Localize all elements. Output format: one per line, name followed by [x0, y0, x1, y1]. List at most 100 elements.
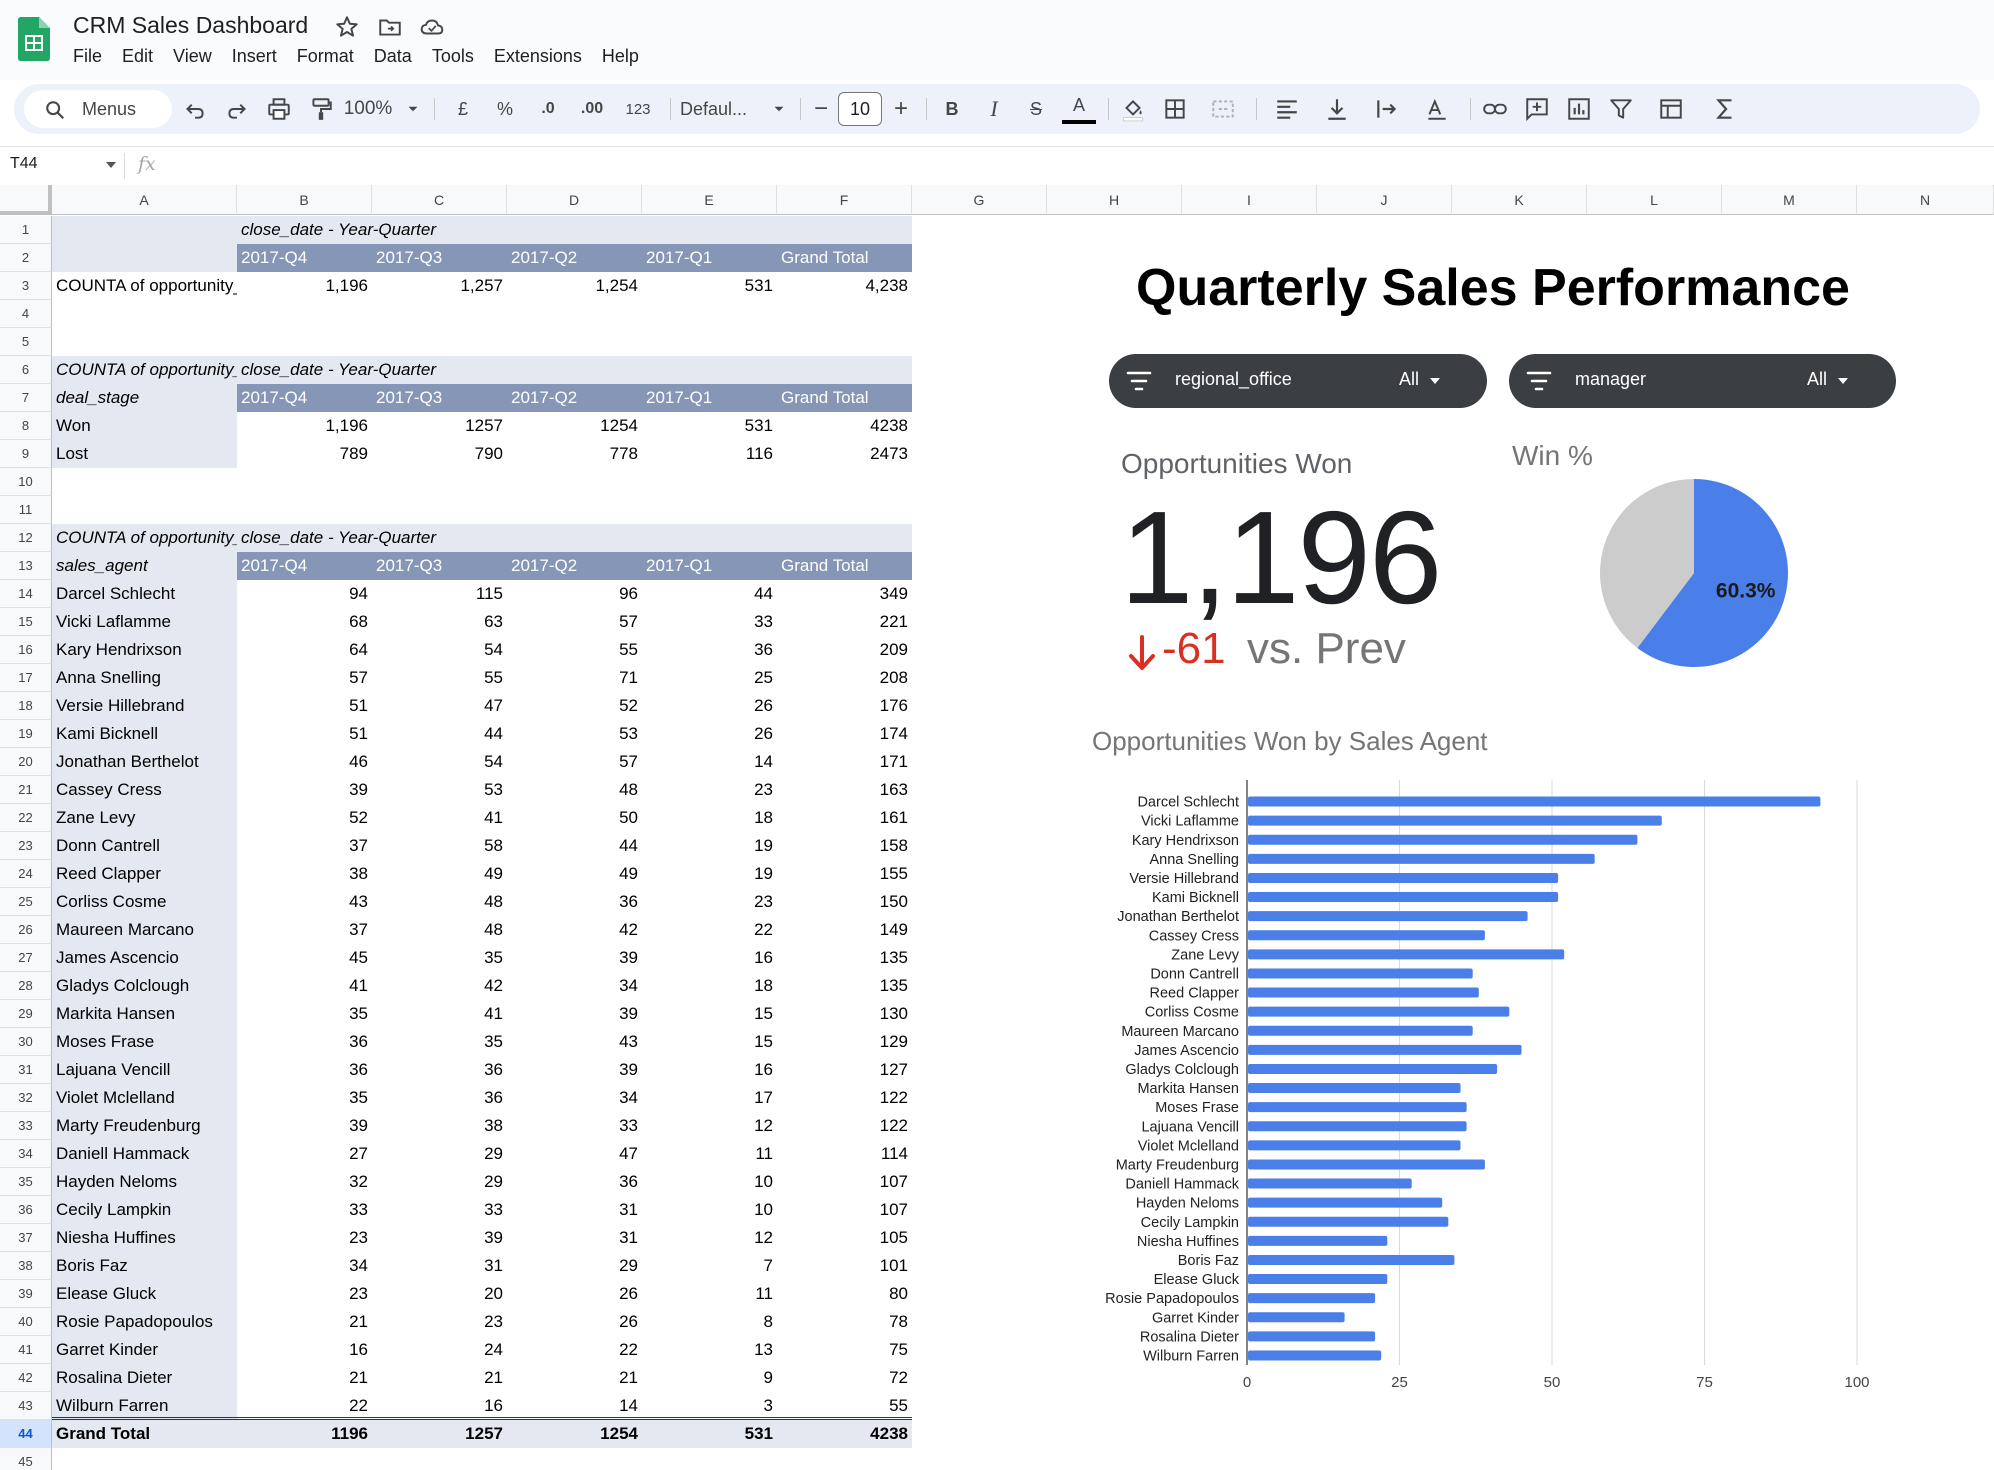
row-header-27[interactable]: 27 — [0, 944, 52, 972]
pivot-row-label[interactable]: Vicki Laflamme — [52, 608, 237, 636]
pivot-value[interactable]: 16 — [237, 1336, 372, 1364]
pivot-value[interactable]: 150 — [777, 888, 912, 916]
pivot-row-label[interactable]: Daniell Hammack — [52, 1140, 237, 1168]
pivot-value[interactable]: 1257 — [372, 412, 507, 440]
pivot-row-label[interactable]: Violet Mclelland — [52, 1084, 237, 1112]
pivot-value[interactable]: 174 — [777, 720, 912, 748]
pivot-value[interactable]: 12 — [642, 1112, 777, 1140]
pivot-value[interactable]: 42 — [372, 972, 507, 1000]
opportunities-by-agent-bar-chart[interactable]: 0 25 50 75 100 Darcel Schlecht Vicki Laflamme K… — [1080, 770, 1880, 1390]
pivot-column-header[interactable]: 2017-Q4 — [237, 552, 372, 580]
bar[interactable] — [1248, 930, 1485, 941]
row-header-35[interactable]: 35 — [0, 1168, 52, 1196]
pivot-value[interactable]: 38 — [372, 1112, 507, 1140]
pivot-row-label[interactable]: Cassey Cress — [52, 776, 237, 804]
pivot-value[interactable]: 155 — [777, 860, 912, 888]
pivot-value[interactable]: 9 — [642, 1364, 777, 1392]
menu-edit[interactable]: Edit — [112, 44, 163, 70]
grand-total-label[interactable]: Grand Total — [52, 1420, 237, 1448]
pivot-value[interactable]: 37 — [237, 832, 372, 860]
pivot-column-header[interactable]: 2017-Q1 — [642, 552, 777, 580]
bar[interactable] — [1248, 1140, 1461, 1151]
percent-format-button[interactable]: % — [490, 90, 520, 128]
pivot-value[interactable]: 48 — [507, 776, 642, 804]
bar[interactable] — [1248, 834, 1638, 845]
menu-file[interactable]: File — [63, 44, 112, 70]
pivot-value[interactable]: 45 — [237, 944, 372, 972]
pivot-value[interactable]: 25 — [642, 664, 777, 692]
pivot-value[interactable]: 39 — [507, 1056, 642, 1084]
column-header-b[interactable]: B — [237, 185, 372, 215]
pivot-value[interactable]: 12 — [642, 1224, 777, 1252]
bar[interactable] — [1248, 815, 1662, 826]
pivot-value[interactable]: 78 — [777, 1308, 912, 1336]
pivot-value[interactable]: 15 — [642, 1000, 777, 1028]
row-header-44[interactable]: 44 — [0, 1420, 52, 1448]
bar[interactable] — [1248, 1121, 1467, 1132]
pivot-column-header[interactable]: 2017-Q2 — [507, 384, 642, 412]
row-header-4[interactable]: 4 — [0, 300, 52, 328]
pivot-value[interactable]: 36 — [372, 1084, 507, 1112]
pivot-row-label[interactable]: Donn Cantrell — [52, 832, 237, 860]
pivot-value[interactable]: 39 — [237, 776, 372, 804]
pivot-row-label[interactable]: Elease Gluck — [52, 1280, 237, 1308]
pivot-value[interactable]: 10 — [642, 1168, 777, 1196]
pivot-value[interactable]: 130 — [777, 1000, 912, 1028]
pivot-value[interactable]: 35 — [372, 944, 507, 972]
column-header-k[interactable]: K — [1452, 185, 1587, 215]
pivot-row-label[interactable]: Garret Kinder — [52, 1336, 237, 1364]
pivot-value[interactable]: 94 — [237, 580, 372, 608]
pivot-value[interactable]: 34 — [237, 1252, 372, 1280]
row-header-20[interactable]: 20 — [0, 748, 52, 776]
pivot-value[interactable]: 31 — [372, 1252, 507, 1280]
increase-decimal-button[interactable]: .00 — [570, 90, 614, 128]
pivot-value[interactable]: 49 — [507, 860, 642, 888]
pivot-value[interactable]: 1,257 — [372, 272, 507, 300]
pivot-value[interactable]: 42 — [507, 916, 642, 944]
pivot-value[interactable]: 26 — [507, 1308, 642, 1336]
row-header-40[interactable]: 40 — [0, 1308, 52, 1336]
row-header-15[interactable]: 15 — [0, 608, 52, 636]
grand-total-value[interactable]: 4238 — [777, 1420, 912, 1448]
column-header-d[interactable]: D — [507, 185, 642, 215]
pivot-value[interactable]: 39 — [507, 944, 642, 972]
row-header-42[interactable]: 42 — [0, 1364, 52, 1392]
pivot-value[interactable]: 7 — [642, 1252, 777, 1280]
pivot-value[interactable]: 64 — [237, 636, 372, 664]
row-header-2[interactable]: 2 — [0, 244, 52, 272]
pivot-value[interactable]: 171 — [777, 748, 912, 776]
currency-format-button[interactable]: £ — [448, 90, 478, 128]
pivot-value[interactable]: 101 — [777, 1252, 912, 1280]
bar[interactable] — [1248, 1063, 1498, 1074]
pivot-value[interactable]: 21 — [507, 1364, 642, 1392]
pivot-value[interactable]: 8 — [642, 1308, 777, 1336]
menu-view[interactable]: View — [163, 44, 222, 70]
functions-icon[interactable] — [1708, 90, 1742, 128]
italic-button[interactable]: I — [978, 90, 1010, 128]
pivot-value[interactable]: 55 — [777, 1392, 912, 1420]
pivot-value[interactable]: 19 — [642, 832, 777, 860]
row-header-32[interactable]: 32 — [0, 1084, 52, 1112]
star-icon[interactable] — [334, 14, 360, 40]
row-header-10[interactable]: 10 — [0, 468, 52, 496]
more-formats-button[interactable]: 123 — [618, 90, 658, 128]
strikethrough-button[interactable]: S — [1020, 90, 1052, 128]
vertical-align-icon[interactable] — [1314, 90, 1360, 128]
row-header-26[interactable]: 26 — [0, 916, 52, 944]
grand-total-value[interactable]: 1254 — [507, 1420, 642, 1448]
pivot-row-label[interactable]: Hayden Neloms — [52, 1168, 237, 1196]
pivot-row-label[interactable]: Boris Faz — [52, 1252, 237, 1280]
redo-icon[interactable] — [220, 90, 254, 128]
column-header-m[interactable]: M — [1722, 185, 1857, 215]
manager-filter[interactable]: manager All — [1509, 354, 1896, 408]
pivot-value[interactable]: 43 — [507, 1028, 642, 1056]
pivot-value[interactable]: 14 — [642, 748, 777, 776]
pivot-value[interactable]: 129 — [777, 1028, 912, 1056]
pivot-value[interactable]: 51 — [237, 692, 372, 720]
pivot-value[interactable]: 21 — [237, 1364, 372, 1392]
bar[interactable] — [1248, 1216, 1449, 1227]
pivot-value-label[interactable]: COUNTA of opportunity_id — [52, 356, 237, 384]
bar[interactable] — [1248, 1274, 1388, 1285]
pivot-column-header[interactable]: 2017-Q2 — [507, 244, 642, 272]
select-all-corner[interactable] — [0, 185, 52, 215]
